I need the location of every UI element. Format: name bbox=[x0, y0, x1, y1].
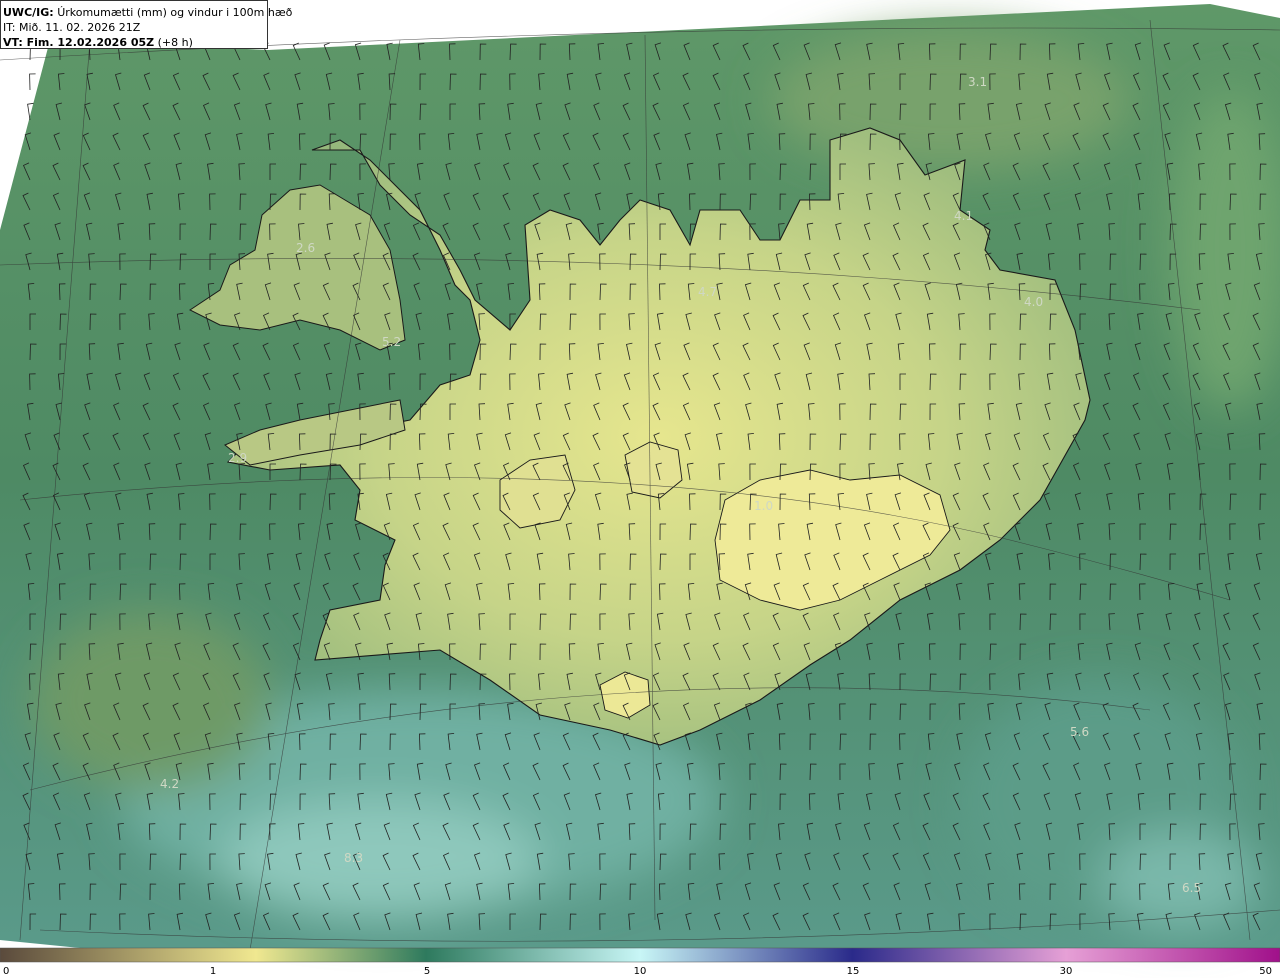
value-label: 3.1 bbox=[968, 75, 987, 89]
title-line-it: IT: Mið. 11. 02. 2026 21Z bbox=[3, 20, 267, 35]
map-viewer: 3.1 4.1 4.0 2.6 5.2 4.7 2.9 1.0 5.6 4.2 … bbox=[0, 0, 1280, 978]
vt-label: VT: Fim. 12.02.2026 05Z bbox=[3, 36, 155, 49]
colorbar-tick-label: 5 bbox=[424, 966, 430, 977]
value-label: 4.1 bbox=[954, 209, 973, 223]
value-label: 1.0 bbox=[754, 499, 773, 513]
it-value: Mið. 11. 02. 2026 21Z bbox=[18, 21, 141, 34]
product-description: Úrkomumætti (mm) og vindur i 100m hæð bbox=[57, 6, 293, 19]
colorbar: 0 1 5 10 15 30 50 bbox=[0, 947, 1280, 977]
value-label: 8.3 bbox=[344, 851, 363, 865]
product-code: UWC/IG: bbox=[3, 6, 54, 19]
colorbar-tick-label: 15 bbox=[847, 966, 860, 977]
value-label: 4.2 bbox=[160, 777, 179, 791]
colorbar-tick-label: 30 bbox=[1060, 966, 1073, 977]
colorbar-tick-label: 50 bbox=[1259, 966, 1272, 977]
map-canvas: 3.1 4.1 4.0 2.6 5.2 4.7 2.9 1.0 5.6 4.2 … bbox=[0, 4, 1280, 977]
value-label: 4.0 bbox=[1024, 295, 1043, 309]
title-box: UWC/IG: Úrkomumætti (mm) og vindur i 100… bbox=[0, 0, 292, 50]
value-label: 5.2 bbox=[382, 335, 401, 349]
vt-suffix: (+8 h) bbox=[157, 36, 193, 49]
colorbar-tick-label: 10 bbox=[634, 966, 647, 977]
value-label: 2.6 bbox=[296, 241, 315, 255]
colorbar-tick-label: 0 bbox=[3, 966, 9, 977]
colorbar-gradient bbox=[0, 948, 1280, 962]
it-label: IT: bbox=[3, 21, 16, 34]
value-label: 2.9 bbox=[228, 451, 247, 465]
wind-barb bbox=[29, 73, 36, 91]
value-label: 4.7 bbox=[698, 285, 717, 299]
colorbar-tick-label: 1 bbox=[210, 966, 216, 977]
title-line-vt: VT: Fim. 12.02.2026 05Z (+8 h) bbox=[3, 35, 267, 50]
value-label: 5.6 bbox=[1070, 725, 1089, 739]
value-label: 6.5 bbox=[1182, 881, 1201, 895]
title-line-product: UWC/IG: Úrkomumætti (mm) og vindur i 100… bbox=[3, 5, 292, 20]
